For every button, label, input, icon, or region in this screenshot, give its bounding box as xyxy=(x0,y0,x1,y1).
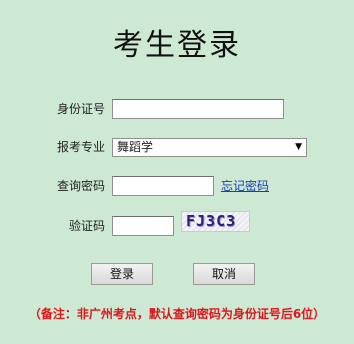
captcha-input[interactable] xyxy=(112,216,174,236)
page-title: 考生登录 xyxy=(113,28,241,63)
captcha-label: 验证码 xyxy=(69,219,106,233)
id-number-input[interactable] xyxy=(112,99,284,119)
captcha-image[interactable]: FJ3C3 xyxy=(181,211,250,232)
id-number-label: 身份证号 xyxy=(57,102,106,116)
major-label: 报考专业 xyxy=(57,140,106,154)
major-select[interactable]: 舞蹈学 ▼ xyxy=(112,138,307,157)
forgot-password-link[interactable]: 忘记密码 xyxy=(221,176,269,196)
cancel-button[interactable]: 取消 xyxy=(193,263,255,285)
dropdown-arrow-icon[interactable]: ▼ xyxy=(295,139,302,156)
major-selected-value: 舞蹈学 xyxy=(117,140,154,154)
login-button[interactable]: 登录 xyxy=(91,263,153,285)
password-input[interactable] xyxy=(112,176,214,196)
password-label: 查询密码 xyxy=(57,179,106,193)
note-text: （备注：非广州考点，默认查询密码为身份证号后6位） xyxy=(28,307,326,321)
